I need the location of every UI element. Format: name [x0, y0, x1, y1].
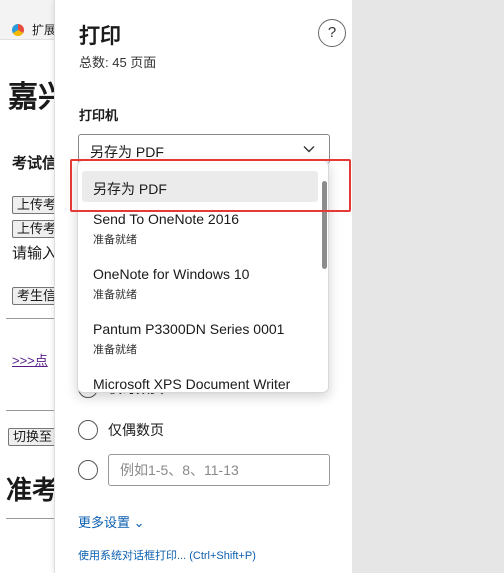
even-pages-label: 仅偶数页 — [108, 422, 164, 438]
custom-range-option[interactable] — [78, 460, 98, 480]
upload-button-1[interactable]: 上传考 — [12, 196, 56, 214]
switch-button[interactable]: 切换至 — [8, 428, 56, 446]
printer-option-onenote-2016[interactable]: Send To OneNote 2016 准备就绪 — [78, 211, 328, 266]
even-pages-radio[interactable] — [78, 420, 98, 440]
printer-option-save-pdf[interactable]: 另存为 PDF — [78, 161, 328, 211]
printer-option-onenote-win10[interactable]: OneNote for Windows 10 准备就绪 — [78, 266, 328, 321]
exam-info-heading: 考试信 — [12, 155, 56, 172]
printer-label: 打印机 — [79, 108, 119, 123]
divider — [6, 318, 54, 319]
browser-tab-label[interactable]: 扩展 — [32, 21, 56, 38]
divider — [6, 518, 54, 519]
printer-option-name: OneNote for Windows 10 — [93, 266, 250, 282]
candidate-info-button[interactable]: 考生信 — [12, 287, 56, 305]
page-title: 嘉兴 — [8, 80, 56, 115]
printer-option-status: 准备就绪 — [93, 234, 137, 246]
even-pages-option[interactable]: 仅偶数页 — [78, 420, 164, 440]
system-dialog-link[interactable]: 使用系统对话框打印... (Ctrl+Shift+P) — [78, 547, 256, 563]
help-icon[interactable]: ? — [318, 19, 346, 47]
printer-option-name: Pantum P3300DN Series 0001 — [93, 321, 285, 337]
print-preview-area — [352, 0, 504, 573]
browser-tab-bar: 扩展 — [0, 0, 56, 40]
printer-option-xps[interactable]: Microsoft XPS Document Writer — [78, 376, 328, 392]
custom-range-radio[interactable] — [78, 460, 98, 480]
printer-option-status: 准备就绪 — [93, 344, 137, 356]
page-range-input[interactable]: 例如1-5、8、11-13 — [108, 454, 330, 486]
input-prompt-text: 请输入 — [12, 245, 56, 262]
divider — [6, 410, 54, 411]
printer-option-pantum[interactable]: Pantum P3300DN Series 0001 准备就绪 — [78, 321, 328, 376]
printer-dropdown-list: 另存为 PDF Send To OneNote 2016 准备就绪 OneNot… — [77, 160, 329, 393]
printer-select-value: 另存为 PDF — [90, 144, 164, 160]
upload-button-2[interactable]: 上传考 — [12, 220, 56, 238]
admission-ticket-heading: 准考 — [6, 475, 56, 505]
background-webpage: 扩展 嘉兴 考试信 上传考 上传考 请输入 考生信 >>>点 切换至 准考 — [0, 0, 56, 573]
print-dialog-title: 打印 — [79, 25, 121, 48]
total-pages-text: 总数: 45 页面 — [79, 55, 157, 70]
printer-option-name: Send To OneNote 2016 — [93, 211, 240, 227]
more-settings-link[interactable]: 更多设置 ⌄ — [78, 512, 145, 531]
dropdown-scrollbar[interactable] — [322, 181, 327, 269]
tab-favicon-icon — [12, 24, 24, 36]
click-link[interactable]: >>>点 — [12, 350, 48, 369]
printer-option-name: 另存为 PDF — [93, 181, 167, 197]
printer-option-name: Microsoft XPS Document Writer — [93, 376, 291, 392]
chevron-down-icon — [303, 146, 315, 153]
printer-option-status: 准备就绪 — [93, 289, 137, 301]
